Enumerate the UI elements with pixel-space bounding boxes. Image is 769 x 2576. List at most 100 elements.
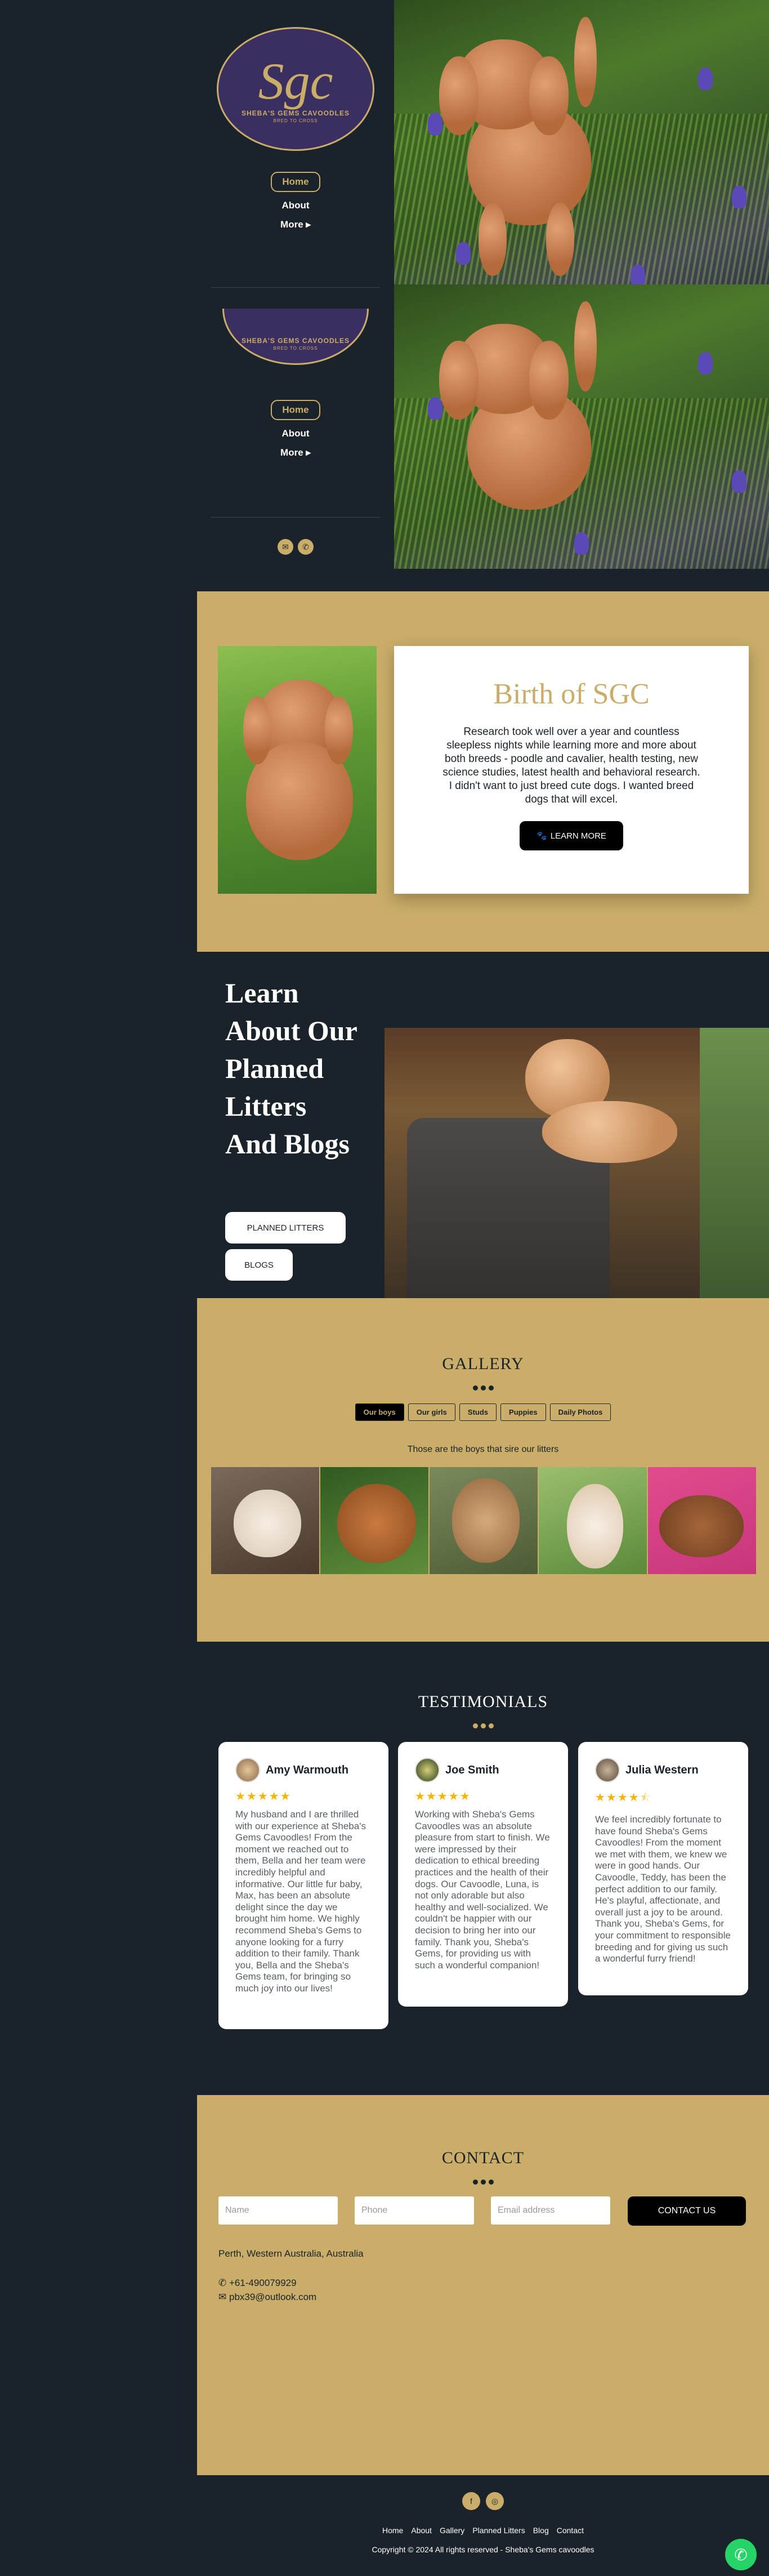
sticky-nav-home[interactable]: Home xyxy=(271,400,320,420)
email-field[interactable] xyxy=(491,2196,610,2225)
testimonial-text: My husband and I are thrilled with our e… xyxy=(235,1809,366,1994)
tab-studs[interactable]: Studs xyxy=(459,1403,497,1421)
testimonial-text: We feel incredibly fortunate to have fou… xyxy=(595,1814,731,1964)
hero-photo xyxy=(394,0,769,284)
hero-photo-repeat xyxy=(394,284,769,569)
facebook-icon[interactable]: f xyxy=(462,2492,480,2510)
tab-our-girls[interactable]: Our girls xyxy=(408,1403,455,1421)
star-rating: ★★★★★ xyxy=(415,1790,471,1803)
nav-home[interactable]: Home xyxy=(271,172,320,192)
gallery-tabs: Our boys Our girls Studs Puppies Daily P… xyxy=(197,1403,769,1421)
gallery-thumb[interactable] xyxy=(648,1467,756,1574)
contact-dots xyxy=(197,2180,769,2185)
nav-about[interactable]: About xyxy=(281,200,309,211)
testimonials-section: TESTIMONIALS Amy Warmouth ★★★★★ My husba… xyxy=(197,1642,769,2095)
testimonial-card: Julia Western ★★★★⯪ We feel incredibly f… xyxy=(578,1742,748,1995)
gallery-thumb[interactable] xyxy=(320,1467,428,1574)
name-field[interactable] xyxy=(218,2196,338,2225)
avatar xyxy=(415,1758,440,1782)
contact-email-value: pbx39@outlook.com xyxy=(229,2292,317,2302)
logo-name: SHEBA'S GEMS CAVOODLES xyxy=(242,109,350,117)
caret-right-icon: ▸ xyxy=(306,219,311,230)
avatar xyxy=(235,1758,260,1782)
sticky-logo-tagline: BRED TO CROSS xyxy=(273,346,318,351)
birth-section: Birth of SGC Research took well over a y… xyxy=(197,591,769,952)
site-logo[interactable]: Sgc SHEBA'S GEMS CAVOODLES BRED TO CROSS xyxy=(217,27,374,151)
testimonial-card: Amy Warmouth ★★★★★ My husband and I are … xyxy=(218,1742,388,2029)
testimonial-name: Joe Smith xyxy=(445,1763,499,1776)
phone-icon: ✆ xyxy=(218,2278,227,2288)
whatsapp-icon: ✆ xyxy=(734,2546,748,2564)
copyright: Copyright © 2024 All rights reserved - S… xyxy=(372,2545,594,2554)
contact-us-button[interactable]: CONTACT US xyxy=(628,2196,746,2226)
learn-title: Learn About Our Planned Litters And Blog… xyxy=(225,977,357,1160)
star-rating: ★★★★⯪ xyxy=(595,1791,652,1804)
birth-title: Birth of SGC xyxy=(493,678,650,710)
header-divider xyxy=(211,287,380,288)
footer-link-home[interactable]: Home xyxy=(382,2526,403,2535)
birth-card: Birth of SGC Research took well over a y… xyxy=(394,646,749,894)
testimonial-text: Working with Sheba's Gems Cavoodles was … xyxy=(415,1809,550,1971)
logo-tagline: BRED TO CROSS xyxy=(273,118,318,123)
footer-link-gallery[interactable]: Gallery xyxy=(440,2526,464,2535)
contact-phone-value: +61-490079929 xyxy=(229,2278,297,2288)
gallery-title: GALLERY xyxy=(442,1354,524,1373)
tab-our-boys[interactable]: Our boys xyxy=(355,1403,404,1421)
caret-right-icon: ▸ xyxy=(306,447,311,458)
sticky-contact-icons: ✉ ✆ xyxy=(197,539,394,555)
email-icon[interactable]: ✉ xyxy=(278,539,293,555)
contact-email[interactable]: ✉ pbx39@outlook.com xyxy=(218,2292,316,2303)
sticky-logo[interactable]: SHEBA'S GEMS CAVOODLES BRED TO CROSS xyxy=(222,309,369,382)
sticky-nav-more-label: More xyxy=(280,447,303,458)
birth-photo xyxy=(218,646,377,894)
planned-litters-button[interactable]: PLANNED LITTERS xyxy=(225,1212,346,1244)
testimonial-name: Amy Warmouth xyxy=(266,1763,349,1776)
sticky-divider xyxy=(211,517,380,518)
gallery-caption: Those are the boys that sire our litters xyxy=(407,1445,559,1454)
gallery-thumbnails xyxy=(211,1467,756,1574)
nav-more[interactable]: More ▸ xyxy=(280,219,311,230)
testimonials-dots xyxy=(197,1723,769,1728)
contact-location: Perth, Western Australia, Australia xyxy=(218,2248,364,2259)
avatar xyxy=(595,1758,620,1782)
sticky-logo-name: SHEBA'S GEMS CAVOODLES xyxy=(242,337,350,345)
testimonials-title: TESTIMONIALS xyxy=(418,1692,548,1711)
footer-link-contact[interactable]: Contact xyxy=(557,2526,584,2535)
learn-more-button[interactable]: 🐾 LEARN MORE xyxy=(520,821,623,850)
sticky-nav-about[interactable]: About xyxy=(281,428,309,439)
paw-icon: 🐾 xyxy=(536,831,547,841)
site-header: Sgc SHEBA'S GEMS CAVOODLES BRED TO CROSS… xyxy=(197,0,394,572)
testimonial-name: Julia Western xyxy=(625,1763,699,1776)
email-icon: ✉ xyxy=(218,2292,227,2302)
logo-monogram: Sgc xyxy=(258,52,333,110)
gallery-thumb[interactable] xyxy=(430,1467,538,1574)
site-footer: f ◎ Home About Gallery Planned Litters B… xyxy=(197,2475,769,2576)
contact-title: CONTACT xyxy=(441,2149,525,2167)
footer-link-about[interactable]: About xyxy=(411,2526,432,2535)
phone-icon[interactable]: ✆ xyxy=(298,539,314,555)
footer-link-planned-litters[interactable]: Planned Litters xyxy=(472,2526,525,2535)
testimonial-card: Joe Smith ★★★★★ Working with Sheba's Gem… xyxy=(398,1742,568,2007)
gallery-thumb[interactable] xyxy=(539,1467,647,1574)
footer-link-blog[interactable]: Blog xyxy=(533,2526,549,2535)
sticky-nav-more[interactable]: More ▸ xyxy=(280,447,311,458)
instagram-icon[interactable]: ◎ xyxy=(486,2492,504,2510)
footer-social: f ◎ xyxy=(197,2492,769,2510)
gallery-thumb[interactable] xyxy=(211,1467,319,1574)
sticky-nav: Home About More ▸ xyxy=(197,400,394,458)
phone-field[interactable] xyxy=(355,2196,474,2225)
star-rating: ★★★★★ xyxy=(235,1790,292,1803)
tab-daily-photos[interactable]: Daily Photos xyxy=(549,1403,611,1421)
nav-more-label: More xyxy=(280,219,303,230)
blogs-button[interactable]: BLOGS xyxy=(225,1249,293,1281)
whatsapp-button[interactable]: ✆ xyxy=(725,2539,757,2570)
learn-photo xyxy=(384,1028,769,1298)
main-nav: Home About More ▸ xyxy=(197,172,394,230)
learn-more-label: LEARN MORE xyxy=(550,831,606,841)
gallery-dots xyxy=(197,1385,769,1390)
footer-nav: Home About Gallery Planned Litters Blog … xyxy=(197,2526,769,2535)
learn-section: Learn About Our Planned Litters And Blog… xyxy=(197,952,769,1298)
tab-puppies[interactable]: Puppies xyxy=(500,1403,546,1421)
birth-text: Research took well over a year and count… xyxy=(442,726,700,805)
contact-phone[interactable]: ✆ +61-490079929 xyxy=(218,2278,297,2289)
